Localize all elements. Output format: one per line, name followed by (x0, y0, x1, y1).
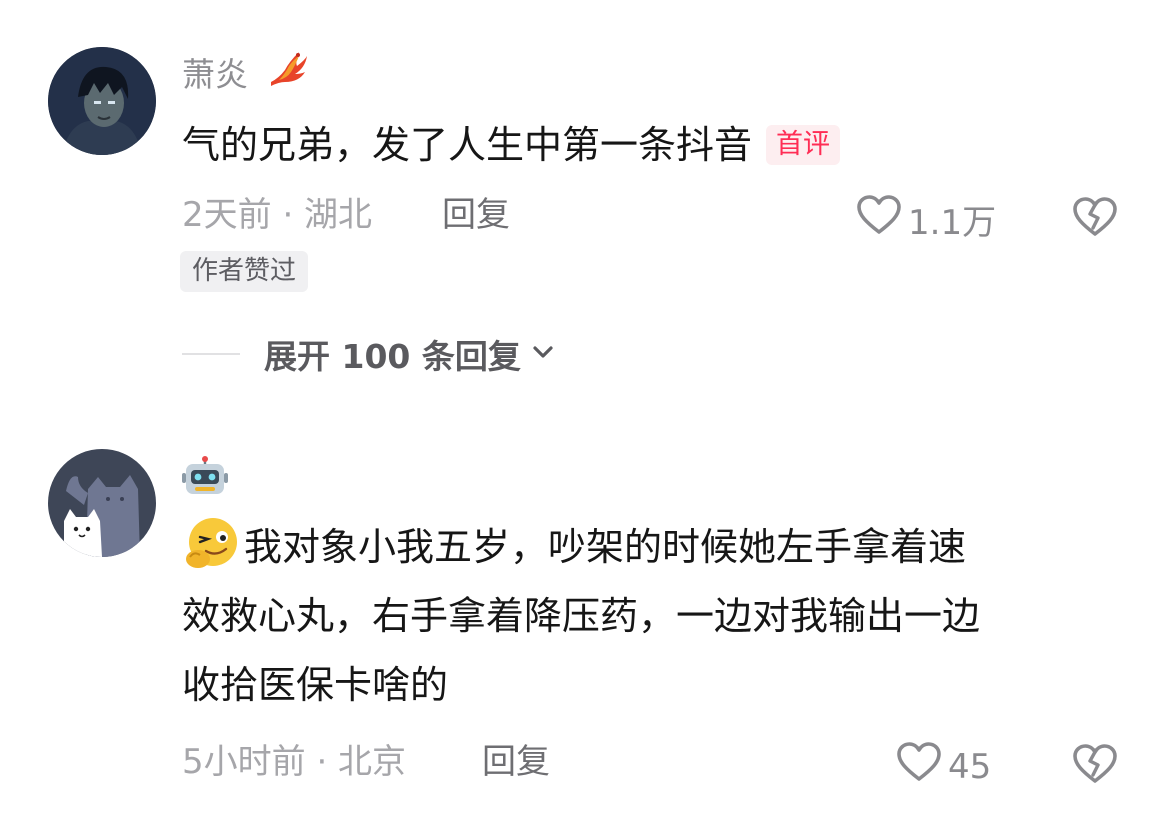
like-count: 1.1万 (908, 203, 997, 243)
robot-icon (182, 456, 228, 507)
reply-button[interactable]: 回复 (442, 195, 510, 235)
username-text[interactable]: 萧炎 (182, 55, 248, 94)
dislike-button[interactable] (1072, 743, 1118, 789)
comment-text: 我对象小我五岁，吵架的时候她左手拿着速 效救心丸，右手拿着降压药，一边对我输出一… (182, 513, 980, 720)
avatar[interactable] (48, 47, 156, 155)
comment-line: 收拾医保卡啥的 (182, 663, 449, 707)
comment-content: 气的兄弟，发了人生中第一条抖音 (182, 123, 753, 167)
phoenix-icon (265, 48, 309, 97)
comment-text: 气的兄弟，发了人生中第一条抖音 首评 (182, 111, 841, 180)
author-liked-badge: 作者赞过 (180, 251, 309, 292)
time-location: 2天前 · 湖北 (182, 195, 373, 235)
chevron-down-icon (531, 342, 555, 366)
comment-line-text: 我对象小我五岁，吵架的时候她左手拿着速 (244, 525, 967, 569)
avatar[interactable] (48, 449, 156, 557)
broken-heart-icon (1072, 197, 1118, 242)
time-location: 5小时前 · 北京 (182, 742, 407, 782)
like-button[interactable]: 45 (896, 741, 991, 792)
first-comment-badge: 首评 (766, 124, 841, 165)
heart-icon (856, 194, 902, 245)
comment-line: 效救心丸，右手拿着降压药，一边对我输出一边 (182, 594, 981, 638)
comment-line: 我对象小我五岁，吵架的时候她左手拿着速 (182, 513, 980, 582)
dislike-button[interactable] (1072, 196, 1118, 242)
heart-icon (896, 741, 942, 792)
expand-replies[interactable]: 展开 100 条回复 (182, 330, 555, 378)
broken-heart-icon (1072, 744, 1118, 789)
divider (182, 353, 240, 355)
expand-replies-label[interactable]: 展开 100 条回复 (264, 330, 521, 378)
username[interactable]: 萧炎 (182, 52, 309, 101)
reply-button[interactable]: 回复 (482, 742, 550, 782)
like-button[interactable]: 1.1万 (856, 194, 996, 245)
username[interactable] (182, 456, 228, 507)
wink-emoji-icon (182, 515, 240, 573)
like-count: 45 (948, 746, 992, 787)
